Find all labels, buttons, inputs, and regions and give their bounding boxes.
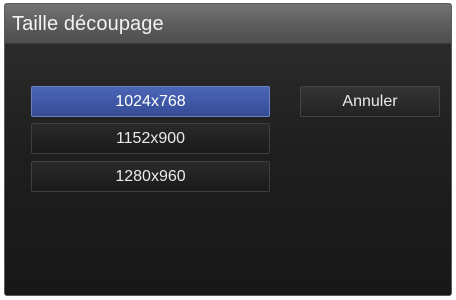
dialog-titlebar: Taille découpage [5,4,451,44]
cancel-button[interactable]: Annuler [300,86,440,117]
size-option-label: 1024x768 [115,92,186,110]
dialog-title: Taille découpage [12,13,164,35]
size-option-1152x900[interactable]: 1152x900 [31,123,270,154]
size-option-label: 1152x900 [115,129,186,147]
cancel-button-label: Annuler [342,92,398,110]
size-option-label: 1280x960 [115,167,186,185]
crop-size-dialog: Taille découpage 1024x768 1152x900 1280x… [4,3,452,296]
size-option-1280x960[interactable]: 1280x960 [31,161,270,192]
dialog-content: 1024x768 1152x900 1280x960 Annuler [5,44,451,295]
size-option-1024x768[interactable]: 1024x768 [31,86,270,117]
